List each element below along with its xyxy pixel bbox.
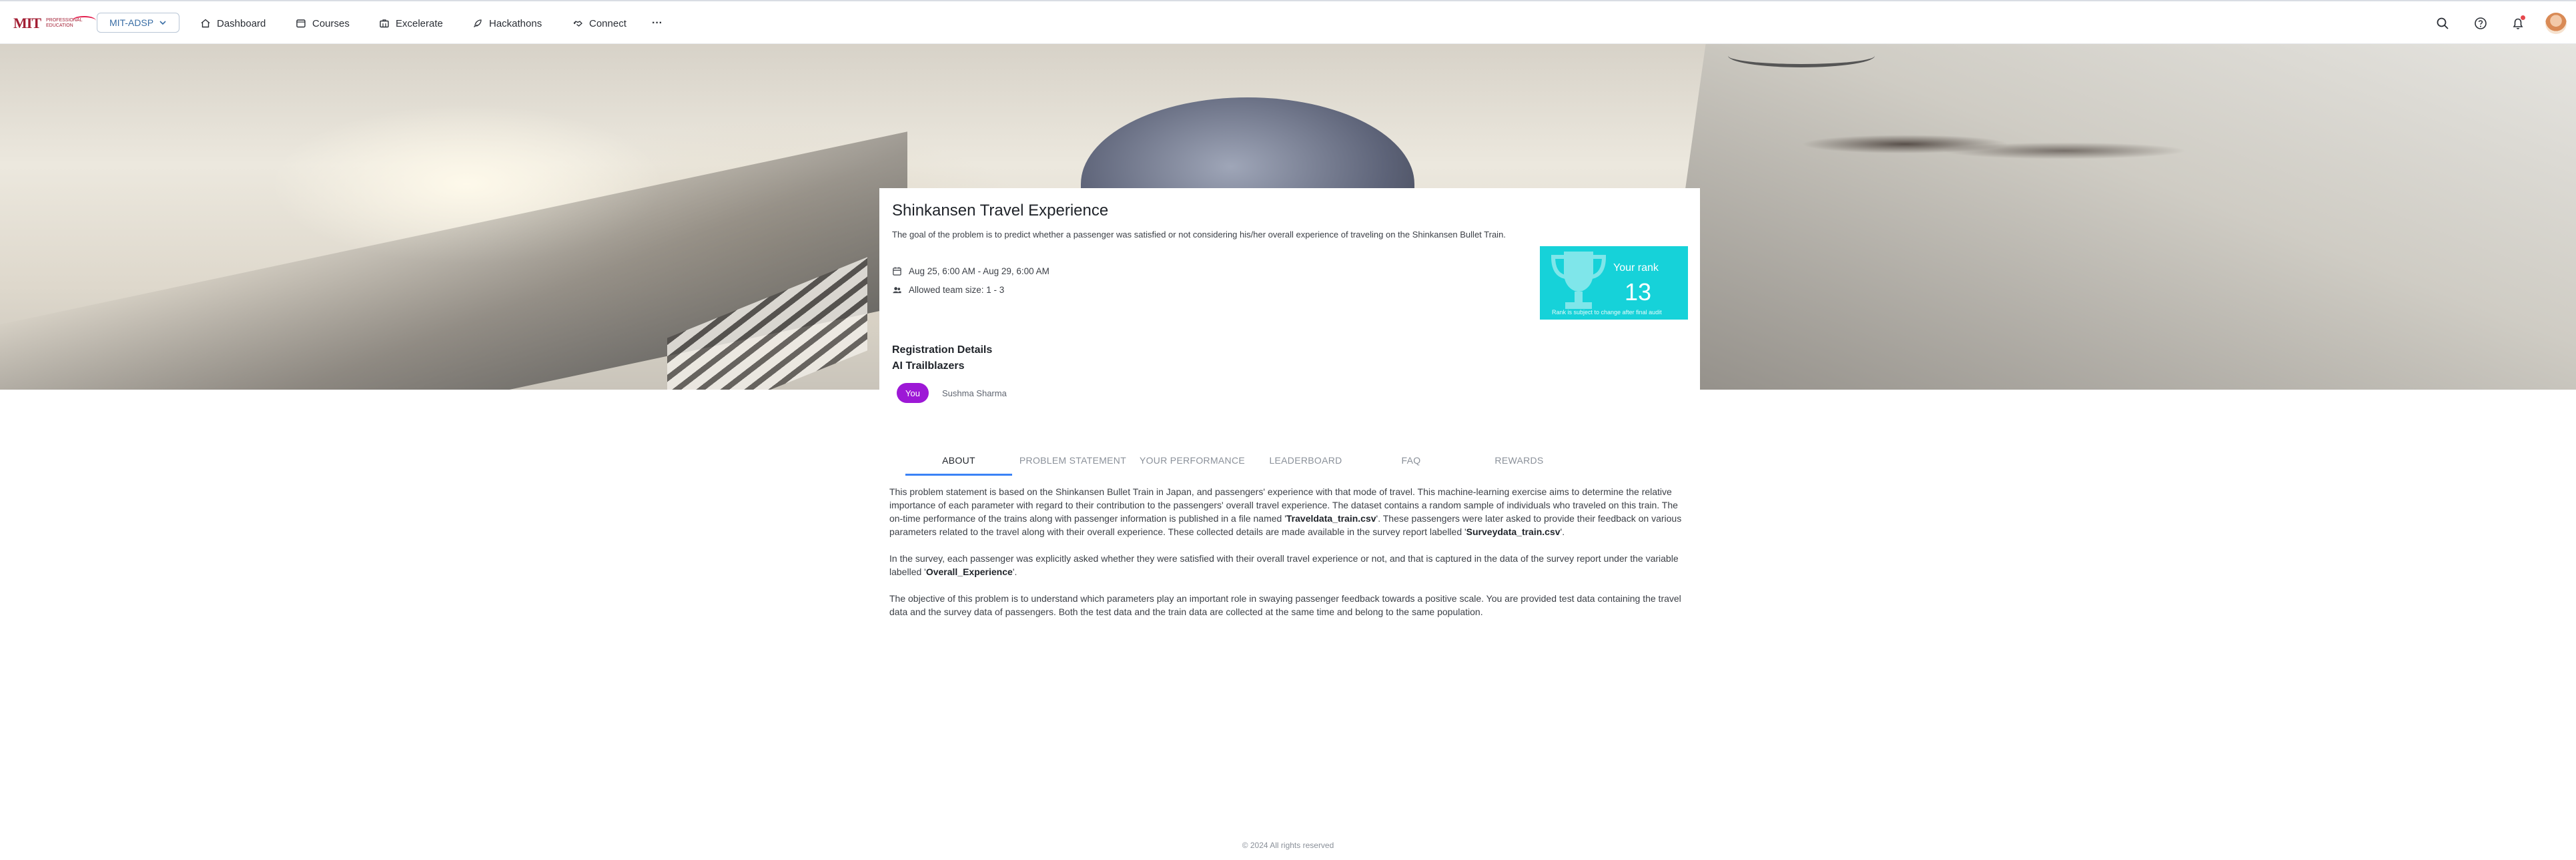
nav-connect[interactable]: Connect — [572, 15, 626, 32]
nav-dashboard[interactable]: Dashboard — [200, 15, 266, 32]
about-paragraph-3: The objective of this problem is to unde… — [889, 593, 1681, 617]
search-button[interactable] — [2433, 14, 2452, 33]
home-icon — [201, 19, 210, 28]
top-navigation-bar: MIT PROFESSIONAL EDUCATION MIT-ADSP Dash… — [0, 0, 2576, 44]
tab-faq[interactable]: FAQ — [1360, 447, 1462, 474]
team-size-text: Allowed team size: 1 - 3 — [909, 284, 1005, 295]
program-select[interactable]: MIT-ADSP — [97, 13, 179, 33]
tab-leaderboard[interactable]: LEADERBOARD — [1255, 447, 1356, 474]
user-avatar[interactable] — [2545, 13, 2567, 34]
nav-courses[interactable]: Courses — [296, 15, 350, 32]
team-size-info: Allowed team size: 1 - 3 — [892, 283, 1004, 296]
team-name: AI Trailblazers — [892, 360, 965, 372]
tab-rewards[interactable]: REWARDS — [1466, 447, 1573, 474]
nav-excelerate-label: Excelerate — [396, 17, 443, 29]
hackathon-tabs: ABOUT PROBLEM STATEMENT YOUR PERFORMANCE… — [905, 447, 1679, 476]
more-menu-button[interactable]: ··· — [652, 15, 663, 32]
hackathon-description: The goal of the problem is to predict wh… — [892, 230, 1506, 240]
nav-hackathons-label: Hackathons — [489, 17, 542, 29]
tab-your-performance[interactable]: YOUR PERFORMANCE — [1134, 447, 1251, 474]
traveldata-filename: Traveldata_train.csv — [1286, 513, 1376, 524]
nav-connect-label: Connect — [589, 17, 626, 29]
surveydata-filename: Surveydata_train.csv — [1466, 526, 1561, 537]
nav-dashboard-label: Dashboard — [217, 17, 266, 29]
footer-copyright: © 2024 All rights reserved — [1242, 841, 1334, 850]
nav-courses-label: Courses — [312, 17, 350, 29]
nav-excelerate[interactable]: Excelerate — [379, 15, 443, 32]
rocket-icon — [474, 19, 482, 27]
handshake-icon — [573, 21, 582, 27]
you-badge: You — [897, 383, 929, 403]
about-content: This problem statement is based on the S… — [889, 485, 1690, 632]
users-icon — [893, 286, 901, 293]
rank-label: Your rank — [1613, 262, 1659, 274]
team-member-name: Sushma Sharma — [942, 388, 1007, 398]
about-paragraph-1: This problem statement is based on the S… — [889, 486, 1682, 537]
rank-note: Rank is subject to change after final au… — [1552, 309, 1662, 316]
logo-mark: MIT — [13, 15, 41, 31]
tab-problem-statement[interactable]: PROBLEM STATEMENT — [1016, 447, 1130, 474]
target-variable-name: Overall_Experience — [925, 566, 1013, 577]
registration-details-heading: Registration Details — [892, 344, 993, 356]
logo-swoosh-icon — [72, 16, 96, 25]
help-button[interactable] — [2471, 14, 2490, 33]
notification-dot — [2521, 15, 2525, 20]
chevron-down-icon — [159, 21, 166, 25]
folder-icon — [296, 19, 306, 28]
calendar-icon — [893, 266, 901, 276]
about-paragraph-2: In the survey, each passenger was explic… — [889, 553, 1679, 577]
notifications-button[interactable] — [2509, 14, 2527, 33]
rank-card: Your rank 13 Rank is subject to change a… — [1540, 246, 1688, 320]
mit-pe-logo[interactable]: MIT PROFESSIONAL EDUCATION — [13, 15, 96, 32]
search-icon — [2437, 17, 2449, 29]
hackathon-details-card: Shinkansen Travel Experience The goal of… — [879, 188, 1700, 415]
help-circle-icon — [2475, 17, 2487, 29]
nav-hackathons[interactable]: Hackathons — [472, 15, 542, 32]
rank-value: 13 — [1625, 278, 1652, 306]
tab-about[interactable]: ABOUT — [905, 447, 1012, 476]
briefcase-icon — [380, 19, 389, 28]
hackathon-dates: Aug 25, 6:00 AM - Aug 29, 6:00 AM — [892, 264, 1049, 278]
program-select-value: MIT-ADSP — [109, 17, 154, 28]
page-title: Shinkansen Travel Experience — [892, 201, 1109, 220]
dates-text: Aug 25, 6:00 AM - Aug 29, 6:00 AM — [909, 266, 1049, 276]
